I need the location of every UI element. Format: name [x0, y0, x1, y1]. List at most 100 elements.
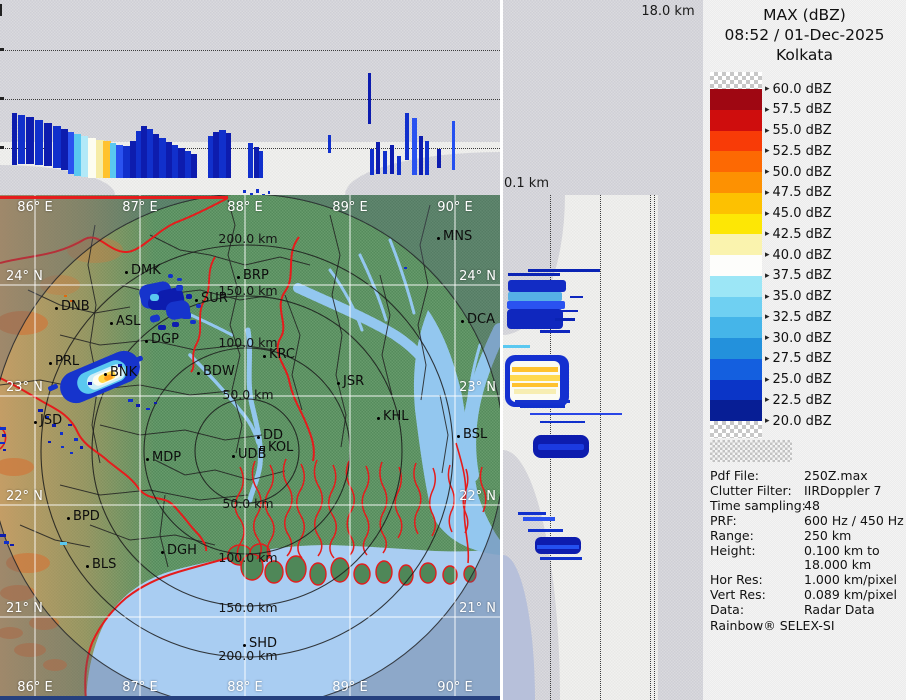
city-marker [109, 321, 113, 325]
radar-echo [537, 545, 579, 549]
radar-echo [44, 123, 52, 166]
latitude-label: 24° N [459, 269, 496, 284]
radar-echo [425, 141, 429, 175]
radar-echo [328, 135, 331, 153]
colorbar-checker-top [710, 72, 762, 89]
city-label: DMK [131, 263, 161, 278]
city-label: MNS [443, 229, 473, 244]
legend-arrow-icon: ▸ [765, 312, 770, 323]
latitude-label: 23° N [6, 380, 43, 395]
longitude-label: 87° E [122, 680, 158, 695]
colorbar-checker-bottom [710, 421, 762, 438]
vertical-projection-side-panel [503, 195, 658, 700]
city-marker [236, 275, 240, 279]
radar-echo [370, 149, 374, 175]
radar-echo [518, 512, 546, 515]
city-label: KHL [383, 409, 409, 424]
colorbar-band [710, 296, 762, 318]
latitude-label: 21° N [459, 601, 496, 616]
metadata-row: Time sampling: 48 [710, 497, 820, 513]
range-ring-label: 150.0 km [218, 283, 278, 298]
longitude-label: 89° E [332, 680, 368, 695]
radar-echo [256, 189, 259, 193]
city-label: JSR [343, 374, 365, 389]
legend-label: ▸ 50.0 dBZ [765, 164, 832, 180]
latitude-label: 22° N [459, 489, 496, 504]
longitude-label: 88° E [227, 200, 263, 215]
legend-label: ▸ 57.5 dBZ [765, 102, 832, 118]
city-label: MDP [152, 450, 182, 465]
city-marker [66, 516, 70, 520]
longitude-label: 89° E [332, 200, 368, 215]
legend-arrow-icon: ▸ [765, 187, 770, 198]
city-marker [460, 319, 464, 323]
legend-arrow-icon: ▸ [765, 270, 770, 281]
range-ring-label: 150.0 km [218, 600, 278, 615]
product-title: MAX (dBZ) [763, 6, 846, 24]
metadata-row: PRF: 600 Hz / 450 Hz [710, 512, 904, 528]
colorbar-bands [710, 89, 762, 421]
city-label: JSD [40, 413, 63, 428]
colorbar-band [710, 109, 762, 131]
legend-arrow-icon: ▸ [765, 353, 770, 364]
radar-echo [74, 134, 81, 176]
metadata-row: Hor Res: 1.000 km/pixel [710, 572, 897, 588]
city-label: ASL [116, 314, 141, 329]
radar-echo [510, 375, 560, 381]
legend-label: ▸ 27.5 dBZ [765, 351, 832, 367]
latitude-label: 21° N [6, 601, 43, 616]
radar-echo [226, 133, 231, 178]
colorbar-band [710, 151, 762, 172]
range-ring-label: 50.0 km [222, 496, 274, 511]
radar-echo [390, 145, 394, 174]
radar-echo [61, 129, 68, 170]
city-label: BPD [73, 509, 100, 524]
legend-label: ▸ 32.5 dBZ [765, 309, 832, 325]
city-label: PRL [55, 354, 80, 369]
product-datetime: 08:52 / 01-Dec-2025 [724, 26, 885, 44]
city-marker [231, 454, 235, 458]
legend-label: ▸ 40.0 dBZ [765, 247, 832, 263]
metadata-row: Height: 0.100 km to [710, 542, 880, 558]
radar-echo [560, 310, 578, 312]
city-label: DCA [467, 312, 495, 327]
side-panel-echoes [503, 195, 658, 700]
city-label: BLS [92, 557, 117, 572]
city-label: DGP [151, 332, 179, 347]
radar-echo [248, 143, 253, 178]
metadata-row: Vert Res: 0.089 km/pixel [710, 587, 897, 603]
city-marker [54, 306, 58, 310]
radar-echo [514, 389, 556, 394]
legend-label: ▸ 30.0 dBZ [765, 330, 832, 346]
radar-echo [528, 269, 600, 272]
radar-echo [12, 113, 17, 165]
metadata-row: 18.000 km [804, 557, 872, 573]
radar-echo [528, 529, 563, 532]
city-marker [194, 298, 198, 302]
longitude-label: 87° E [122, 200, 158, 215]
range-ring-label: 50.0 km [222, 387, 274, 402]
colorbar-band [710, 130, 762, 152]
colorbar-band [710, 172, 762, 193]
longitude-label: 90° E [437, 680, 473, 695]
city-marker [144, 339, 148, 343]
range-ring-label: 100.0 km [218, 335, 278, 350]
radar-echo [508, 273, 560, 276]
colorbar-band [710, 358, 762, 380]
ppi-map-panel: DMK BRP MNS SUR DNB ASL DGP PRL KRC BDW BNK JSR KHL D… [0, 195, 500, 700]
legend-label: ▸ 35.0 dBZ [765, 289, 832, 304]
radar-echo [159, 138, 166, 178]
legend-arrow-icon: ▸ [765, 146, 770, 157]
city-label: BNK [110, 365, 138, 380]
legend-arrow-icon: ▸ [765, 229, 770, 240]
radar-echo [555, 318, 575, 321]
legend-label: ▸ 37.5 dBZ [765, 268, 832, 284]
city-marker [145, 457, 149, 461]
radar-echo [368, 73, 371, 124]
city-marker [85, 564, 89, 568]
city-marker [242, 643, 246, 647]
radar-echo [88, 138, 96, 178]
legend-label: ▸ 22.5 dBZ [765, 392, 832, 408]
radar-echo [508, 280, 566, 292]
radar-echo [540, 421, 585, 423]
